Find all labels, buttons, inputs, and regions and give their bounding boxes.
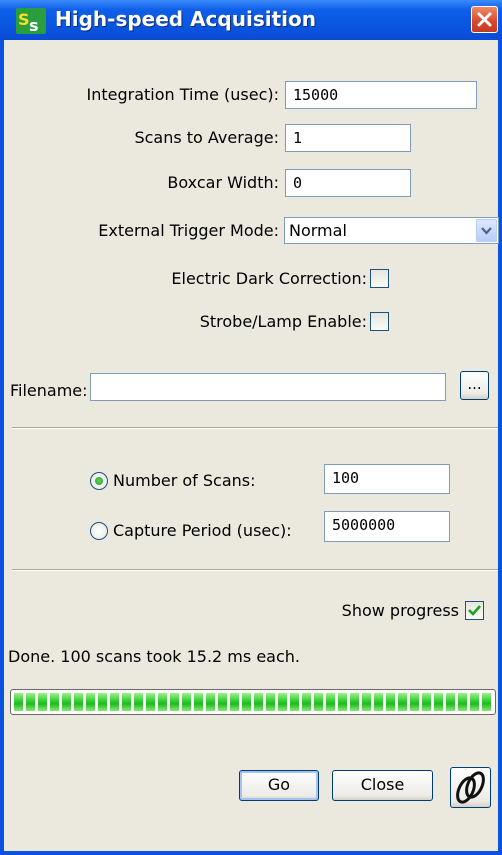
progress-segment: [314, 693, 323, 711]
progress-segment: [62, 693, 71, 711]
progress-segment: [170, 693, 179, 711]
trigger-mode-label: External Trigger Mode:: [98, 221, 279, 240]
high-speed-acquisition-window: S s High-speed Acquisition Integration T…: [0, 0, 502, 855]
capture-period-label: Capture Period (usec):: [113, 521, 292, 540]
progress-segment: [146, 693, 155, 711]
progress-segment: [302, 693, 311, 711]
progress-segment: [470, 693, 479, 711]
progress-fill: [14, 693, 492, 711]
progress-segment: [254, 693, 263, 711]
progress-segment: [134, 693, 143, 711]
status-text: Done. 100 scans took 15.2 ms each.: [8, 647, 300, 666]
progress-bar: [10, 689, 496, 715]
filename-label: Filename:: [10, 381, 88, 400]
trigger-mode-value: Normal: [289, 221, 347, 240]
strobe-lamp-label: Strobe/Lamp Enable:: [199, 312, 367, 331]
separator: [12, 427, 498, 429]
progress-segment: [14, 693, 23, 711]
progress-segment: [266, 693, 275, 711]
progress-segment: [326, 693, 335, 711]
progress-segment: [182, 693, 191, 711]
progress-segment: [482, 693, 491, 711]
boxcar-width-label: Boxcar Width:: [167, 173, 279, 192]
progress-segment: [338, 693, 347, 711]
progress-segment: [98, 693, 107, 711]
chevron-down-icon: [481, 227, 492, 235]
integration-time-label: Integration Time (usec):: [86, 85, 279, 104]
progress-segment: [398, 693, 407, 711]
number-of-scans-radio[interactable]: [90, 472, 108, 490]
close-window-button[interactable]: [471, 6, 498, 33]
progress-segment: [110, 693, 119, 711]
dark-correction-checkbox[interactable]: [370, 269, 389, 288]
trigger-mode-dropdown-button[interactable]: [476, 219, 497, 242]
close-icon: [477, 12, 492, 27]
progress-segment: [362, 693, 371, 711]
strobe-lamp-checkbox[interactable]: [370, 312, 389, 331]
progress-segment: [86, 693, 95, 711]
radio-selected-dot: [95, 477, 103, 485]
show-progress-checkbox[interactable]: [465, 601, 484, 620]
checkmark-icon: [468, 605, 481, 616]
progress-segment: [446, 693, 455, 711]
app-logo-icon: S s: [16, 8, 46, 34]
trigger-mode-select[interactable]: Normal: [284, 217, 499, 244]
title-bar[interactable]: S s High-speed Acquisition: [0, 0, 502, 40]
progress-segment: [434, 693, 443, 711]
dark-correction-label: Electric Dark Correction:: [171, 269, 367, 288]
progress-segment: [278, 693, 287, 711]
integration-time-input[interactable]: 15000: [285, 81, 477, 109]
number-of-scans-input[interactable]: 100: [324, 464, 450, 494]
svg-text:s: s: [29, 16, 39, 34]
progress-segment: [242, 693, 251, 711]
progress-segment: [74, 693, 83, 711]
separator: [12, 569, 498, 571]
progress-segment: [206, 693, 215, 711]
filename-input[interactable]: [90, 373, 446, 401]
progress-segment: [230, 693, 239, 711]
progress-segment: [26, 693, 35, 711]
show-progress-label: Show progress: [341, 601, 459, 620]
progress-segment: [158, 693, 167, 711]
svg-text:S: S: [18, 10, 30, 29]
progress-segment: [290, 693, 299, 711]
capture-period-radio[interactable]: [90, 522, 108, 540]
number-of-scans-label: Number of Scans:: [113, 471, 256, 490]
progress-segment: [50, 693, 59, 711]
window-title: High-speed Acquisition: [55, 7, 316, 31]
close-button[interactable]: Close: [332, 770, 433, 801]
progress-segment: [350, 693, 359, 711]
progress-segment: [38, 693, 47, 711]
browse-button[interactable]: ...: [460, 371, 489, 400]
capture-period-input[interactable]: 5000000: [324, 511, 450, 542]
dialog-body: Integration Time (usec): 15000 Scans to …: [4, 40, 499, 851]
go-button[interactable]: Go: [239, 770, 319, 801]
progress-segment: [410, 693, 419, 711]
progress-segment: [194, 693, 203, 711]
progress-segment: [218, 693, 227, 711]
boxcar-width-input[interactable]: 0: [285, 169, 411, 197]
progress-segment: [386, 693, 395, 711]
scans-to-average-label: Scans to Average:: [134, 128, 279, 147]
progress-segment: [458, 693, 467, 711]
progress-segment: [422, 693, 431, 711]
scans-to-average-input[interactable]: 1: [285, 124, 411, 152]
progress-segment: [122, 693, 131, 711]
progress-segment: [374, 693, 383, 711]
link-icon: [456, 771, 485, 804]
link-button[interactable]: [450, 767, 491, 808]
